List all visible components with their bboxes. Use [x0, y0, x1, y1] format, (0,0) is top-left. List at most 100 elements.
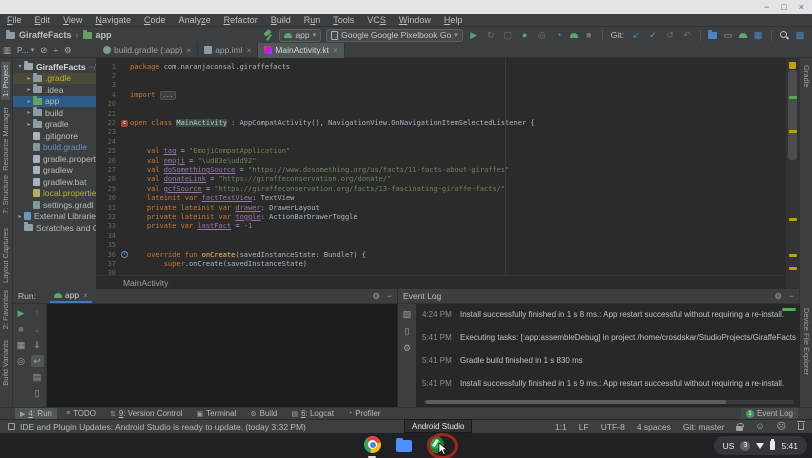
strip-device-file-explorer[interactable]: Device File Explorer [802, 305, 811, 378]
menu-item-code[interactable]: Code [144, 15, 166, 25]
menu-item-edit[interactable]: Edit [35, 15, 51, 25]
chevron-collapsed-icon[interactable]: ▸ [25, 121, 33, 128]
strip-2-favorites[interactable]: 2: Favorites [1, 287, 10, 332]
menu-item-file[interactable]: File [7, 15, 22, 25]
toolwindow-tab-6-logcat[interactable]: ▤6: Logcat [286, 408, 339, 420]
divider-icon[interactable]: ÷ [53, 45, 58, 55]
code-line[interactable]: 33 private var lastFact = -1 [97, 222, 786, 231]
event-log-entry[interactable]: 5:41 PMExecuting tasks: [:app:assembleDe… [422, 333, 796, 342]
project-view-selector[interactable]: P... ▾ [17, 45, 34, 55]
attach-debugger-icon[interactable]: ▢ [502, 29, 514, 41]
breadcrumb-item-giraffefacts[interactable]: GiraffeFacts [19, 30, 72, 40]
code-line[interactable]: 24 [97, 137, 786, 146]
event-log-entry[interactable]: 5:41 PMGradle build finished in 1 s 830 … [422, 356, 796, 365]
close-icon[interactable]: × [247, 46, 252, 55]
code-line[interactable]: 22copen class MainActivity : AppCompatAc… [97, 118, 786, 127]
toolwindow-tab-profiler[interactable]: ◔Profiler [343, 408, 386, 420]
apply-changes-icon[interactable]: ↻ [485, 29, 497, 41]
menu-item-build[interactable]: Build [271, 15, 291, 25]
warning-mark[interactable] [789, 254, 797, 257]
code-line[interactable]: 23 [97, 128, 786, 137]
warning-mark[interactable] [789, 267, 797, 270]
system-tray[interactable]: US 3 5:41 [714, 436, 807, 455]
chevron-collapsed-icon[interactable]: ▸ [25, 86, 33, 93]
menu-item-help[interactable]: Help [444, 15, 463, 25]
window-restore-button[interactable]: □ [781, 2, 786, 12]
close-icon[interactable]: × [333, 46, 338, 55]
code-line[interactable]: 29 val gcfSource = "https://giraffeconse… [97, 184, 786, 193]
close-icon[interactable]: × [187, 46, 192, 55]
event-log-badge[interactable]: 1Event Log [741, 408, 798, 420]
window-close-button[interactable]: × [799, 2, 804, 12]
apply-android-icon[interactable] [570, 33, 578, 38]
lock-icon[interactable] [736, 426, 743, 431]
chevron-collapsed-icon[interactable]: ▸ [16, 213, 24, 220]
code-line[interactable]: 21 [97, 109, 786, 118]
code-line[interactable]: 3 [97, 81, 786, 90]
code-line[interactable]: 28 val donateLink = "https://giraffecons… [97, 175, 786, 184]
code-line[interactable]: 20 [97, 100, 786, 109]
toolwindow-tab-build[interactable]: ⚙Build [245, 408, 282, 420]
pin-tab-icon[interactable]: ◎ [15, 355, 28, 367]
code-line[interactable]: 4import ... [97, 90, 786, 99]
run-tab-app[interactable]: app × [50, 289, 92, 303]
close-icon[interactable]: × [83, 291, 88, 300]
collapse-all-icon[interactable]: ⊘ [40, 45, 47, 56]
toolwindow-tab-todo[interactable]: ≡TODO [61, 408, 101, 420]
strip-build-variants[interactable]: Build Variants [1, 337, 10, 389]
git-history-icon[interactable]: ↺ [664, 29, 676, 41]
code-line[interactable]: 2 [97, 71, 786, 80]
coverage-icon[interactable]: ◎ [536, 29, 548, 41]
status-1-1[interactable]: 1:1 [555, 422, 567, 432]
event-settings-icon[interactable]: ⚙ [403, 343, 411, 354]
restore-layout-icon[interactable]: ▦ [15, 339, 28, 351]
status-message[interactable]: IDE and Plugin Updates: Android Studio i… [20, 422, 306, 432]
warning-mark[interactable] [789, 130, 797, 133]
settings-filter-icon[interactable]: ▩ [794, 29, 806, 41]
code-line[interactable]: 34 [97, 231, 786, 240]
chevron-expanded-icon[interactable]: ▾ [16, 63, 24, 70]
up-stack-trace-icon[interactable]: ↑ [31, 307, 44, 319]
status-4-spaces[interactable]: 4 spaces [637, 422, 671, 432]
status-git-master[interactable]: Git: master [683, 422, 725, 432]
tree-item-build[interactable]: ▸build [13, 107, 96, 119]
tree-item-settings-gradl[interactable]: settings.gradl [13, 199, 96, 211]
gear-icon[interactable]: ⚙ [372, 291, 380, 302]
tab-build-gradle-app[interactable]: build.gradle (:app)× [97, 43, 198, 58]
down-stack-trace-icon[interactable]: ↓ [31, 323, 44, 335]
strip-resource-manager[interactable]: Resource Manager [1, 104, 10, 174]
code-line[interactable]: 32 private lateinit var toggle: ActionBa… [97, 212, 786, 221]
breadcrumb-item-app[interactable]: app [96, 30, 112, 40]
tree-item-gradle-propert[interactable]: gradle.propert [13, 153, 96, 165]
git-revert-icon[interactable]: ↶ [681, 29, 693, 41]
warning-mark[interactable] [789, 218, 797, 221]
menu-item-navigate[interactable]: Navigate [95, 15, 131, 25]
strip-1-project[interactable]: 1: Project [1, 62, 10, 100]
sad-feedback-icon[interactable]: ☹ [777, 422, 786, 431]
files-app-icon[interactable] [396, 440, 412, 452]
tree-item-app[interactable]: ▸app [13, 96, 96, 108]
toolwindow-tab-terminal[interactable]: ▣Terminal [192, 408, 242, 420]
strip-gradle[interactable]: Gradle [802, 62, 811, 91]
warning-mark[interactable] [789, 62, 796, 69]
scroll-to-end-icon[interactable]: ⇓ [31, 339, 44, 351]
menu-item-run[interactable]: Run [304, 15, 321, 25]
gear-icon[interactable]: ⚙ [774, 291, 782, 302]
scrollbar-thumb[interactable] [788, 70, 797, 160]
project-folder-blue-icon[interactable] [708, 32, 717, 39]
tree-item-gitignore[interactable]: .gitignore [13, 130, 96, 142]
chevron-collapsed-icon[interactable]: ▸ [25, 75, 33, 82]
event-log-entry[interactable]: 5:41 PMInstall successfully finished in … [422, 379, 796, 388]
stop-icon[interactable]: ■ [15, 323, 28, 335]
menu-item-analyze[interactable]: Analyze [179, 15, 211, 25]
git-commit-icon[interactable]: ✓ [647, 29, 659, 41]
rerun-icon[interactable]: ▶ [15, 307, 28, 319]
tree-item-external-libraries[interactable]: ▸External Libraries [13, 211, 96, 223]
code-editor[interactable]: 1package com.naranjaconsal.giraffefacts2… [97, 58, 786, 275]
notifications-icon[interactable] [798, 423, 804, 430]
code-line[interactable]: 30 lateinit var factTextView: TextView [97, 193, 786, 202]
git-update-icon[interactable]: ↙ [630, 29, 642, 41]
toolwindow-tab-9-version-control[interactable]: ⇅9: Version Control [105, 408, 187, 420]
clear-events-icon[interactable]: ▯ [405, 326, 410, 337]
status-lf[interactable]: LF [579, 422, 589, 432]
